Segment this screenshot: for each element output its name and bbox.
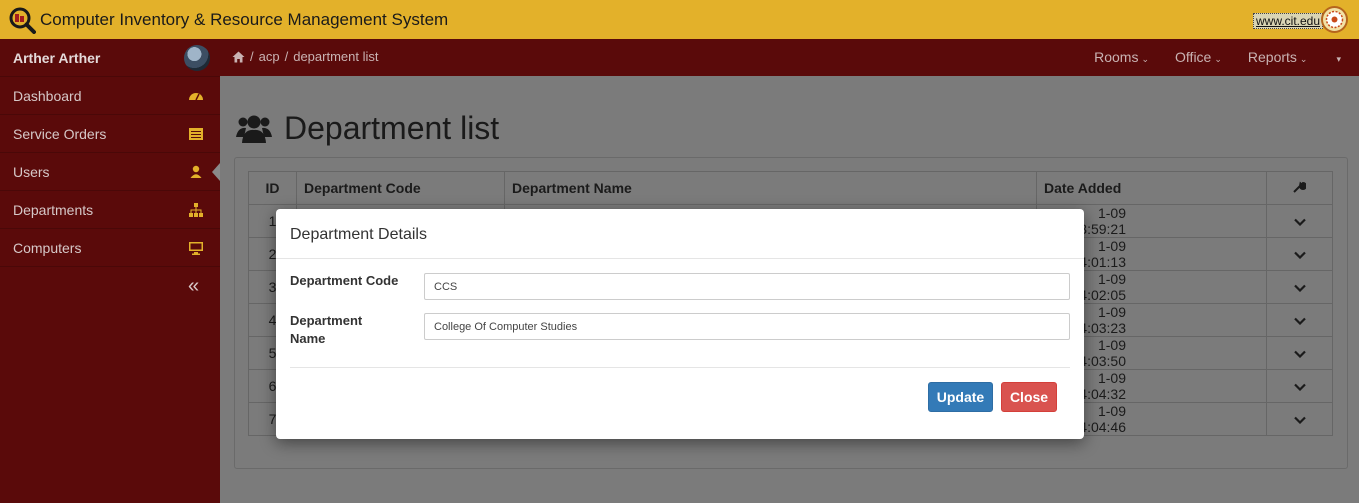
department-details-modal: Department Details Department Code Depar… xyxy=(276,209,1084,439)
caret-down-icon: ▾ xyxy=(1336,54,1341,64)
chevron-down-icon: ⌄ xyxy=(1214,54,1222,64)
breadcrumb-acp[interactable]: acp xyxy=(259,49,280,64)
breadcrumb-separator: / xyxy=(250,49,254,64)
menu-reports[interactable]: Reports ⌄ xyxy=(1248,49,1308,65)
page-heading: Department list xyxy=(236,110,499,147)
menu-label: Office xyxy=(1175,49,1212,65)
monitor-icon xyxy=(189,242,203,255)
sidebar-item-label: Dashboard xyxy=(13,87,82,104)
row-action-cell xyxy=(1266,270,1333,304)
chevron-down-icon[interactable] xyxy=(1293,284,1306,293)
sidebar: Arther Arther Dashboard Service Orders U… xyxy=(0,39,220,503)
row-action-cell xyxy=(1266,237,1333,271)
top-banner: Computer Inventory & Resource Management… xyxy=(0,0,1359,39)
menu-office[interactable]: Office ⌄ xyxy=(1175,49,1222,65)
user-icon xyxy=(190,165,202,178)
sidebar-item-label: Computers xyxy=(13,239,82,256)
breadcrumb-current: department list xyxy=(293,49,379,64)
department-code-label: Department Code xyxy=(290,273,399,288)
department-code-field[interactable] xyxy=(424,273,1070,300)
avatar[interactable] xyxy=(184,45,210,71)
dashboard-icon xyxy=(189,93,203,101)
breadcrumb: / acp / department list xyxy=(232,49,378,64)
column-header-date[interactable]: Date Added xyxy=(1036,171,1267,205)
chevron-down-icon[interactable] xyxy=(1293,416,1306,425)
list-icon xyxy=(189,128,203,140)
breadcrumb-separator: / xyxy=(284,49,289,64)
chevron-down-icon[interactable] xyxy=(1293,251,1306,260)
sidebar-item-service-orders[interactable]: Service Orders xyxy=(0,115,220,153)
column-header-id[interactable]: ID xyxy=(248,171,297,205)
menu-label: Reports xyxy=(1247,49,1297,65)
chevron-down-icon: ⌄ xyxy=(1299,54,1308,64)
column-header-actions xyxy=(1266,171,1333,205)
sidebar-item-dashboard[interactable]: Dashboard xyxy=(0,77,220,115)
update-button[interactable]: Update xyxy=(928,382,993,412)
row-action-cell xyxy=(1266,336,1333,370)
sidebar-item-departments[interactable]: Departments xyxy=(0,191,220,229)
menu-user-dropdown[interactable]: ▾ xyxy=(1333,49,1341,65)
row-action-cell xyxy=(1266,303,1333,337)
sidebar-item-label: Departments xyxy=(13,201,94,218)
chevron-down-icon[interactable] xyxy=(1293,317,1306,326)
chevron-down-icon[interactable] xyxy=(1293,383,1306,392)
chevron-down-icon[interactable] xyxy=(1293,218,1306,227)
sidebar-item-label: Service Orders xyxy=(13,125,107,142)
modal-divider xyxy=(276,258,1084,259)
wrench-icon xyxy=(1293,181,1307,193)
app-title: Computer Inventory & Resource Management… xyxy=(40,10,449,29)
users-icon xyxy=(236,115,272,143)
page-title: Department list xyxy=(284,110,500,146)
modal-footer-divider xyxy=(290,367,1070,368)
label-line: Department xyxy=(290,313,363,328)
department-name-label: Department Name xyxy=(290,312,362,348)
active-item-caret xyxy=(212,163,220,181)
row-action-cell xyxy=(1266,369,1333,403)
department-name-field[interactable] xyxy=(424,313,1070,340)
top-menu: Rooms ⌄ Office ⌄ Reports ⌄ ▾ xyxy=(1094,49,1341,65)
sidebar-item-computers[interactable]: Computers xyxy=(0,229,220,267)
table-header-row: ID Department Code Department Name Date … xyxy=(248,171,1333,205)
chevron-down-icon: ⌄ xyxy=(1141,54,1150,64)
menu-rooms[interactable]: Rooms ⌄ xyxy=(1094,49,1149,65)
home-icon[interactable] xyxy=(232,51,245,63)
school-seal-icon xyxy=(1321,6,1348,33)
user-name: Arther Arther xyxy=(13,49,101,66)
user-box[interactable]: Arther Arther xyxy=(0,39,220,77)
sitemap-icon xyxy=(189,203,203,217)
column-header-code[interactable]: Department Code xyxy=(296,171,505,205)
row-action-cell xyxy=(1266,402,1333,436)
close-button[interactable]: Close xyxy=(1001,382,1057,412)
label-line: Name xyxy=(290,331,326,346)
column-header-name[interactable]: Department Name xyxy=(504,171,1037,205)
header-bar: / acp / department list Rooms ⌄ Office ⌄ R… xyxy=(220,39,1359,76)
sidebar-item-label: Users xyxy=(13,163,50,180)
row-action-cell xyxy=(1266,204,1333,238)
sidebar-collapse-button[interactable]: « xyxy=(0,267,220,309)
double-chevron-left-icon: « xyxy=(188,275,200,297)
menu-label: Rooms xyxy=(1094,49,1139,65)
chevron-down-icon[interactable] xyxy=(1293,350,1306,359)
modal-title: Department Details xyxy=(290,226,427,243)
sidebar-item-users[interactable]: Users xyxy=(0,153,220,191)
site-link[interactable]: www.cit.edu xyxy=(1253,13,1324,29)
logo-magnifier-icon xyxy=(9,7,36,34)
